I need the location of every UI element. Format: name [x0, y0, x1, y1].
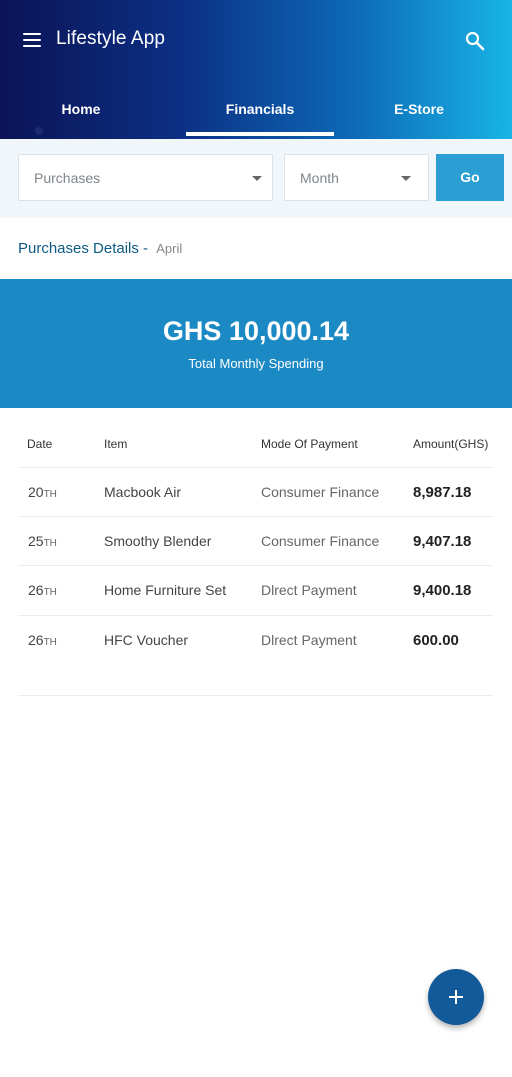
row-amount: 9,407.18 [413, 533, 472, 550]
row-amount: 9,400.18 [413, 582, 472, 599]
chevron-down-icon [401, 176, 411, 181]
header-mode: Mode Of Payment [261, 437, 358, 451]
month-select-value: Month [300, 170, 339, 186]
menu-icon[interactable] [22, 30, 42, 50]
row-date: 20TH [28, 484, 57, 500]
category-select[interactable]: Purchases [18, 154, 273, 201]
row-day: 20 [28, 484, 44, 500]
row-day-suffix: TH [43, 489, 57, 500]
row-date: 26TH [28, 632, 57, 648]
table-footer-divider [18, 664, 493, 696]
add-button[interactable] [428, 969, 484, 1025]
spending-summary: GHS 10,000.14 Total Monthly Spending [0, 279, 512, 408]
row-item: Smoothy Blender [104, 533, 212, 549]
table-row[interactable]: 25TH Smoothy Blender Consumer Finance 9,… [18, 517, 493, 566]
active-tab-indicator [186, 132, 334, 136]
row-day: 26 [28, 632, 44, 648]
plus-icon [455, 990, 457, 1004]
header-amount: Amount(GHS) [413, 437, 489, 451]
row-item: HFC Voucher [104, 632, 189, 648]
section-month: April [156, 241, 183, 256]
search-icon[interactable] [464, 30, 486, 52]
table-header: Date Item Mode Of Payment Amount(GHS) [18, 423, 493, 468]
row-amount: 8,987.18 [413, 484, 472, 501]
row-amount: 600.00 [413, 632, 459, 649]
row-date: 26TH [28, 582, 57, 598]
table-row[interactable]: 26TH HFC Voucher Dlrect Payment 600.00 [18, 616, 493, 664]
month-select[interactable]: Month [284, 154, 429, 201]
row-item: Home Furniture Set [104, 582, 227, 598]
row-mode: Consumer Finance [261, 484, 380, 500]
row-mode: Dlrect Payment [261, 582, 357, 598]
row-mode: Dlrect Payment [261, 632, 357, 648]
app-title: Lifestyle App [56, 28, 166, 49]
go-button[interactable]: Go [436, 154, 504, 201]
tab-e-store[interactable]: E-Store [344, 92, 494, 139]
category-select-value: Purchases [34, 170, 101, 186]
section-title: Purchases Details - April [18, 240, 182, 257]
header-item: Item [104, 437, 128, 451]
row-mode: Consumer Finance [261, 533, 380, 549]
row-day-suffix: TH [43, 538, 57, 549]
table-row[interactable]: 26TH Home Furniture Set Dlrect Payment 9… [18, 566, 493, 616]
filter-bar: Purchases Month Go [0, 139, 512, 218]
row-day-suffix: TH [43, 637, 57, 648]
app-header: Lifestyle App Home Financials E-Store [0, 0, 512, 139]
row-date: 25TH [28, 533, 57, 549]
header-date: Date [27, 437, 53, 451]
table-row[interactable]: 20TH Macbook Air Consumer Finance 8,987.… [18, 468, 493, 517]
row-day-suffix: TH [43, 587, 57, 598]
section-label: Purchases Details - [18, 240, 149, 257]
tab-home[interactable]: Home [0, 92, 162, 139]
row-day: 25 [28, 533, 44, 549]
total-amount: GHS 10,000.14 [162, 316, 350, 346]
purchases-table: Date Item Mode Of Payment Amount(GHS) 20… [18, 423, 493, 696]
row-day: 26 [28, 582, 44, 598]
row-item: Macbook Air [104, 484, 182, 500]
chevron-down-icon [252, 176, 262, 181]
total-caption: Total Monthly Spending [188, 356, 324, 371]
